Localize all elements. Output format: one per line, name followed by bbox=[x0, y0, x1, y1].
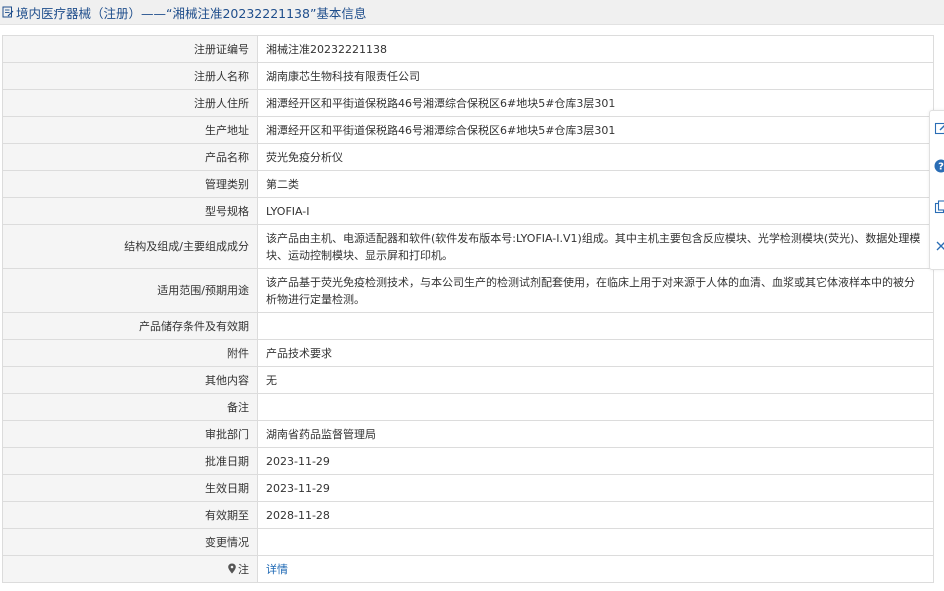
field-label: 结构及组成/主要组成成分 bbox=[2, 224, 258, 269]
field-label: 适用范围/预期用途 bbox=[2, 268, 258, 313]
field-label: 其他内容 bbox=[2, 366, 258, 394]
table-row: 适用范围/预期用途 该产品基于荧光免疫检测技术，与本公司生产的检测试剂配套使用，… bbox=[2, 268, 934, 313]
field-label: 附件 bbox=[2, 339, 258, 367]
field-label: 生效日期 bbox=[2, 474, 258, 502]
page-header: 境内医疗器械（注册）——“湘械注准20232221138”基本信息 bbox=[0, 0, 944, 25]
table-row: 生产地址 湘潭经开区和平街道保税路46号湘潭综合保税区6#地块5#仓库3层301 bbox=[2, 116, 934, 144]
field-value: 该产品由主机、电源适配器和软件(软件发布版本号:LYOFIA-Ⅰ.V1)组成。其… bbox=[257, 224, 934, 269]
field-label: 型号规格 bbox=[2, 197, 258, 225]
field-value: 该产品基于荧光免疫检测技术，与本公司生产的检测试剂配套使用，在临床上用于对来源于… bbox=[257, 268, 934, 313]
table-row: 产品储存条件及有效期 bbox=[2, 312, 934, 340]
page-title: 境内医疗器械（注册）——“湘械注准20232221138”基本信息 bbox=[16, 5, 367, 21]
field-value: 荧光免疫分析仪 bbox=[257, 143, 934, 171]
floating-toolbar: ? bbox=[929, 110, 944, 270]
table-row: 批准日期 2023-11-29 bbox=[2, 447, 934, 475]
field-value: 产品技术要求 bbox=[257, 339, 934, 367]
field-label: 注册人住所 bbox=[2, 89, 258, 117]
field-value bbox=[257, 528, 934, 556]
svg-text:?: ? bbox=[938, 162, 944, 173]
document-edit-icon bbox=[2, 6, 14, 18]
field-label: 变更情况 bbox=[2, 528, 258, 556]
info-table: 注册证编号 湘械注准20232221138 注册人名称 湖南康芯生物科技有限责任… bbox=[2, 35, 934, 583]
table-row: 注 详情 bbox=[2, 555, 934, 583]
close-icon[interactable] bbox=[934, 238, 944, 252]
field-value: LYOFIA-I bbox=[257, 197, 934, 225]
table-row: 产品名称 荧光免疫分析仪 bbox=[2, 143, 934, 171]
pin-icon bbox=[227, 562, 237, 573]
field-value bbox=[257, 312, 934, 340]
table-row: 审批部门 湖南省药品监督管理局 bbox=[2, 420, 934, 448]
field-value: 湘潭经开区和平街道保税路46号湘潭综合保税区6#地块5#仓库3层301 bbox=[257, 116, 934, 144]
table-row: 附件 产品技术要求 bbox=[2, 339, 934, 367]
field-label: 批准日期 bbox=[2, 447, 258, 475]
table-row: 结构及组成/主要组成成分 该产品由主机、电源适配器和软件(软件发布版本号:LYO… bbox=[2, 224, 934, 269]
field-value: 湖南省药品监督管理局 bbox=[257, 420, 934, 448]
field-label: 注册证编号 bbox=[2, 35, 258, 63]
field-value: 湖南康芯生物科技有限责任公司 bbox=[257, 62, 934, 90]
field-label: 备注 bbox=[2, 393, 258, 421]
field-label: 有效期至 bbox=[2, 501, 258, 529]
table-row: 变更情况 bbox=[2, 528, 934, 556]
copy-icon[interactable] bbox=[934, 199, 944, 214]
table-row: 型号规格 LYOFIA-I bbox=[2, 197, 934, 225]
table-row: 注册证编号 湘械注准20232221138 bbox=[2, 35, 934, 63]
field-value: 第二类 bbox=[257, 170, 934, 198]
field-label: 产品名称 bbox=[2, 143, 258, 171]
table-row: 注册人住所 湘潭经开区和平街道保税路46号湘潭综合保税区6#地块5#仓库3层30… bbox=[2, 89, 934, 117]
edit-icon[interactable] bbox=[934, 120, 944, 135]
table-row: 有效期至 2028-11-28 bbox=[2, 501, 934, 529]
field-value bbox=[257, 393, 934, 421]
note-label: 注 bbox=[2, 555, 258, 583]
field-label: 产品储存条件及有效期 bbox=[2, 312, 258, 340]
table-row: 管理类别 第二类 bbox=[2, 170, 934, 198]
field-value: 2028-11-28 bbox=[257, 501, 934, 529]
field-value: 无 bbox=[257, 366, 934, 394]
field-label: 管理类别 bbox=[2, 170, 258, 198]
field-value: 详情 bbox=[257, 555, 934, 583]
field-value: 2023-11-29 bbox=[257, 474, 934, 502]
field-label: 审批部门 bbox=[2, 420, 258, 448]
field-value: 湘潭经开区和平街道保税路46号湘潭综合保税区6#地块5#仓库3层301 bbox=[257, 89, 934, 117]
table-row: 备注 bbox=[2, 393, 934, 421]
table-row: 生效日期 2023-11-29 bbox=[2, 474, 934, 502]
table-row: 其他内容 无 bbox=[2, 366, 934, 394]
details-link[interactable]: 详情 bbox=[266, 563, 288, 576]
field-value: 湘械注准20232221138 bbox=[257, 35, 934, 63]
field-value: 2023-11-29 bbox=[257, 447, 934, 475]
table-row: 注册人名称 湖南康芯生物科技有限责任公司 bbox=[2, 62, 934, 90]
field-label: 注册人名称 bbox=[2, 62, 258, 90]
note-label-text: 注 bbox=[238, 562, 249, 576]
help-icon[interactable]: ? bbox=[934, 158, 944, 173]
field-label: 生产地址 bbox=[2, 116, 258, 144]
